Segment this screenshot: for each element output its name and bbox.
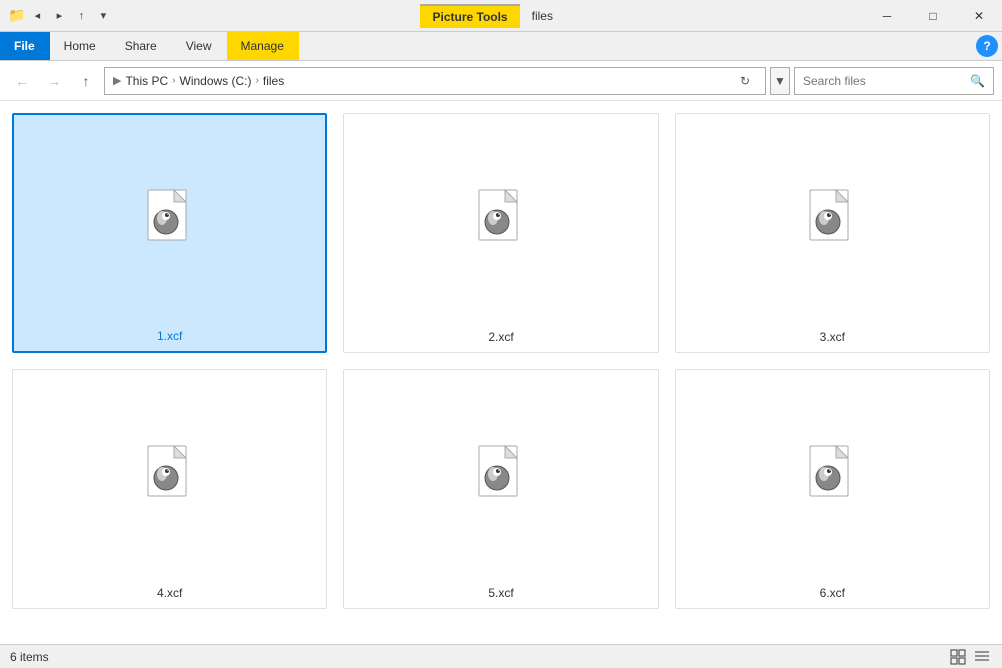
path-segment-files[interactable]: files	[263, 74, 284, 88]
title-bar-left: 📁 ◂ ▸ ↑ ▾	[0, 0, 121, 31]
qa-forward[interactable]: ▸	[49, 6, 69, 26]
gimp-file-icon-4	[140, 444, 200, 514]
quick-access: 📁 ◂ ▸ ↑ ▾	[8, 6, 113, 26]
file-icon-wrap-3	[802, 122, 862, 324]
tab-share[interactable]: Share	[111, 32, 172, 60]
refresh-button[interactable]: ↻	[733, 69, 757, 93]
file-icon-wrap-4	[140, 378, 200, 580]
file-grid: 1.xcf 2.xcf	[12, 113, 990, 609]
back-button[interactable]: ←	[8, 67, 36, 95]
details-icon	[974, 649, 990, 665]
path-arrow-2: ›	[256, 75, 259, 86]
gimp-file-icon-3	[802, 188, 862, 258]
file-label-5: 5.xcf	[488, 586, 513, 600]
file-item-3[interactable]: 3.xcf	[675, 113, 990, 353]
file-icon-wrap-6	[802, 378, 862, 580]
file-icon-wrap-2	[471, 122, 531, 324]
search-icon[interactable]: 🔍	[970, 74, 985, 88]
maximize-button[interactable]: □	[910, 0, 956, 31]
qa-up[interactable]: ↑	[71, 6, 91, 26]
help-button[interactable]: ?	[976, 35, 998, 57]
view-large-icons[interactable]	[948, 647, 968, 667]
status-right	[948, 647, 992, 667]
file-item-6[interactable]: 6.xcf	[675, 369, 990, 609]
path-segment-thispc[interactable]: This PC	[125, 74, 168, 88]
tab-view[interactable]: View	[172, 32, 227, 60]
window-title: files	[520, 9, 565, 23]
file-item-1[interactable]: 1.xcf	[12, 113, 327, 353]
title-center: Picture Tools files	[121, 0, 864, 31]
ribbon-tabs: File Home Share View Manage ?	[0, 32, 1002, 60]
file-label-2: 2.xcf	[488, 330, 513, 344]
qa-back[interactable]: ◂	[27, 6, 47, 26]
tab-manage[interactable]: Manage	[227, 32, 299, 60]
file-icon-wrap-1	[140, 123, 200, 323]
tab-home[interactable]: Home	[50, 32, 111, 60]
minimize-button[interactable]: ─	[864, 0, 910, 31]
path-segment-windows[interactable]: Windows (C:)	[180, 74, 252, 88]
file-item-4[interactable]: 4.xcf	[12, 369, 327, 609]
folder-icon: 📁	[8, 7, 25, 24]
picture-tools-tab: Picture Tools	[420, 4, 519, 28]
view-details[interactable]	[972, 647, 992, 667]
title-bar-controls: ─ □ ✕	[864, 0, 1002, 31]
search-box[interactable]: 🔍	[794, 67, 994, 95]
file-icon-wrap-5	[471, 378, 531, 580]
address-dropdown[interactable]: ▼	[770, 67, 790, 95]
up-button[interactable]: ↑	[72, 67, 100, 95]
file-label-4: 4.xcf	[157, 586, 182, 600]
file-label-6: 6.xcf	[820, 586, 845, 600]
gimp-file-icon-2	[471, 188, 531, 258]
search-input[interactable]	[803, 74, 966, 88]
file-item-5[interactable]: 5.xcf	[343, 369, 658, 609]
title-bar: 📁 ◂ ▸ ↑ ▾ Picture Tools files ─ □ ✕	[0, 0, 1002, 32]
main-content: 1.xcf 2.xcf	[0, 101, 1002, 644]
gimp-file-icon-1	[140, 188, 200, 258]
gimp-file-icon-6	[802, 444, 862, 514]
forward-button[interactable]: →	[40, 67, 68, 95]
nav-icon: ▶	[113, 74, 121, 87]
close-button[interactable]: ✕	[956, 0, 1002, 31]
item-count: 6 items	[10, 650, 49, 664]
address-bar[interactable]: ▶ This PC › Windows (C:) › files ↻	[104, 67, 766, 95]
qa-dropdown[interactable]: ▾	[93, 6, 113, 26]
file-item-2[interactable]: 2.xcf	[343, 113, 658, 353]
file-label-1: 1.xcf	[157, 329, 182, 343]
tab-file[interactable]: File	[0, 32, 50, 60]
file-label-3: 3.xcf	[820, 330, 845, 344]
path-arrow-1: ›	[172, 75, 175, 86]
ribbon: File Home Share View Manage ?	[0, 32, 1002, 61]
status-bar: 6 items	[0, 644, 1002, 668]
gimp-file-icon-5	[471, 444, 531, 514]
toolbar: ← → ↑ ▶ This PC › Windows (C:) › files ↻…	[0, 61, 1002, 101]
large-icons-icon	[950, 649, 966, 665]
